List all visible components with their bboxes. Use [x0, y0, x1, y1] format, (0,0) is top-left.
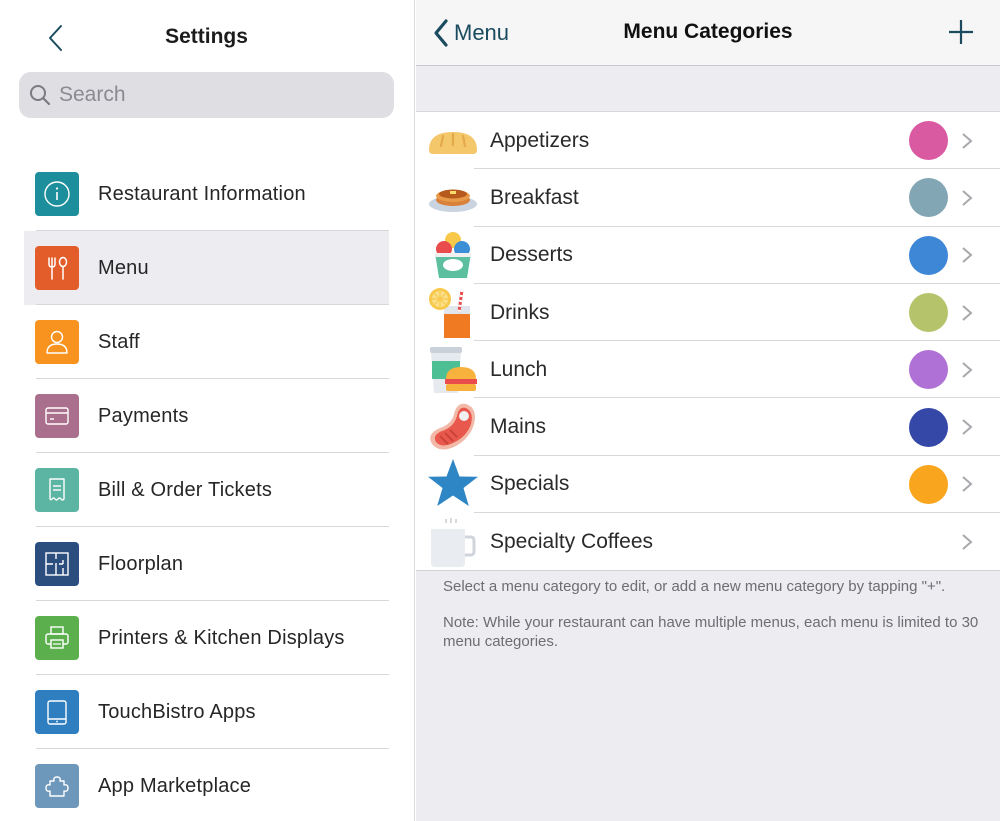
menu-categories-pane: Menu Menu Categories Appetizers Breakfas… [416, 0, 1000, 821]
chevron-right-icon [962, 190, 973, 206]
category-color-swatch [909, 121, 948, 161]
category-label: Lunch [490, 357, 548, 381]
chevron-right-icon [962, 247, 973, 263]
floorplan-icon [35, 542, 79, 586]
settings-item-label: Restaurant Information [98, 182, 306, 205]
category-color-swatch [909, 350, 948, 390]
settings-header: Settings [0, 0, 415, 70]
category-list: Appetizers Breakfast Desserts Drinks Lun… [416, 111, 1000, 572]
category-color-swatch [909, 235, 948, 275]
search-input[interactable] [59, 83, 379, 107]
receipt-icon [35, 468, 79, 512]
search-bar[interactable] [19, 72, 394, 118]
person-icon [35, 320, 79, 364]
footer-limit-note: Note: While your restaurant can have mul… [443, 614, 979, 650]
settings-item-printers-kitchen-displays[interactable]: Printers & Kitchen Displays [24, 601, 389, 675]
category-color-swatch [909, 522, 948, 561]
back-label: Menu [454, 20, 510, 45]
settings-item-bill-order-tickets[interactable]: Bill & Order Tickets [24, 453, 389, 527]
tablet-icon [35, 690, 79, 734]
chevron-right-icon [962, 362, 973, 378]
chevron-right-icon [962, 132, 973, 149]
category-label: Specials [490, 472, 570, 496]
settings-item-touchbistro-apps[interactable]: TouchBistro Apps [24, 675, 389, 749]
footer-note: Select a menu category to edit, or add a… [443, 577, 983, 651]
puzzle-icon [35, 764, 79, 808]
settings-item-label: Printers & Kitchen Displays [98, 626, 345, 649]
chevron-right-icon [962, 533, 973, 550]
drink-icon [426, 286, 480, 340]
category-color-swatch [909, 407, 948, 447]
chevron-left-icon [434, 19, 448, 47]
chevron-right-icon [962, 419, 973, 435]
plus-icon [949, 20, 973, 44]
steak-icon [426, 400, 480, 454]
search-icon [30, 85, 51, 106]
category-label: Drinks [490, 300, 550, 324]
settings-item-staff[interactable]: Staff [24, 305, 389, 379]
category-label: Specialty Coffees [490, 529, 654, 553]
star-icon [426, 457, 480, 511]
settings-item-restaurant-information[interactable]: Restaurant Information [24, 157, 389, 231]
add-category-button[interactable] [946, 17, 976, 47]
fork-spoon-icon [35, 246, 79, 290]
coffee-mug-icon [426, 515, 480, 569]
settings-item-menu[interactable]: Menu [24, 231, 389, 305]
credit-card-icon [35, 394, 79, 438]
category-row-lunch[interactable]: Lunch [416, 341, 1000, 399]
chevron-right-icon [962, 476, 973, 493]
back-to-menu-button[interactable]: Menu [432, 16, 509, 50]
category-label: Appetizers [490, 128, 590, 152]
category-row-desserts[interactable]: Desserts [416, 227, 1000, 285]
settings-pane: Settings Restaurant Information Menu Sta… [0, 0, 415, 821]
category-color-swatch [909, 178, 948, 218]
category-row-specialty-coffees[interactable]: Specialty Coffees [416, 513, 1000, 570]
footer-hint: Select a menu category to edit, or add a… [443, 578, 946, 595]
navigation-bar: Menu Menu Categories [416, 0, 1000, 66]
settings-item-floorplan[interactable]: Floorplan [24, 527, 389, 601]
category-row-specials[interactable]: Specials [416, 456, 1000, 514]
pancakes-icon [426, 171, 480, 225]
settings-item-label: Menu [98, 256, 149, 279]
settings-list: Restaurant Information Menu Staff Paymen… [24, 157, 389, 821]
bread-icon [426, 114, 480, 168]
burger-icon [426, 343, 480, 397]
ice-cream-icon [426, 228, 480, 282]
settings-item-app-marketplace[interactable]: App Marketplace [24, 749, 389, 821]
category-row-mains[interactable]: Mains [416, 398, 1000, 457]
settings-item-label: Staff [98, 330, 140, 353]
settings-item-payments[interactable]: Payments [24, 379, 389, 453]
category-color-swatch [909, 464, 948, 504]
settings-item-label: Payments [98, 404, 189, 427]
category-row-breakfast[interactable]: Breakfast [416, 169, 1000, 227]
category-label: Desserts [490, 243, 573, 267]
settings-item-label: Floorplan [98, 552, 184, 575]
settings-item-label: App Marketplace [98, 774, 252, 797]
settings-item-label: TouchBistro Apps [98, 700, 256, 723]
category-color-swatch [909, 293, 948, 333]
info-icon [35, 172, 79, 216]
category-label: Mains [490, 415, 547, 439]
printer-icon [35, 616, 79, 660]
category-label: Breakfast [490, 185, 579, 209]
settings-item-label: Bill & Order Tickets [98, 478, 273, 501]
category-row-drinks[interactable]: Drinks [416, 284, 1000, 342]
chevron-right-icon [962, 304, 973, 321]
settings-title: Settings [165, 25, 248, 48]
category-row-appetizers[interactable]: Appetizers [416, 112, 1000, 170]
